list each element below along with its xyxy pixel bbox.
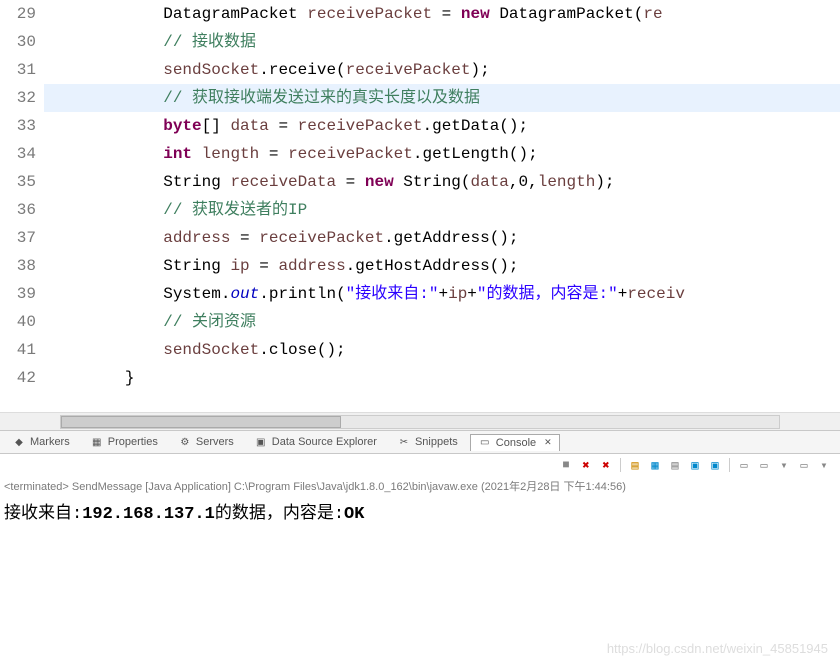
tab-label: Data Source Explorer [272,436,377,448]
line-number: 33 [0,112,36,140]
line-number: 32 [0,84,36,112]
line-number: 35 [0,168,36,196]
horizontal-scrollbar[interactable] [0,412,840,430]
line-number: 30 [0,28,36,56]
tab-label: Snippets [415,436,458,448]
toolbar-button-8[interactable]: ▣ [707,457,723,473]
code-line[interactable]: // 关闭资源 [44,308,840,336]
output-payload: OK [344,505,364,524]
code-line[interactable]: // 获取接收端发送过来的真实长度以及数据 [44,84,840,112]
line-number: 40 [0,308,36,336]
scrollbar-track[interactable] [60,415,780,429]
toolbar-button-2[interactable]: ✖ [598,457,614,473]
output-text-mid: 的数据，内容是: [215,505,344,524]
tab-servers[interactable]: ⚙ Servers [170,433,242,451]
toolbar-button-6[interactable]: ▤ [667,457,683,473]
toolbar-button-11[interactable]: ▭ [756,457,772,473]
code-line[interactable]: String ip = address.getHostAddress(); [44,252,840,280]
code-line[interactable]: } [44,364,840,392]
code-line[interactable]: sendSocket.receive(receivePacket); [44,56,840,84]
code-content[interactable]: DatagramPacket receivePacket = new Datag… [44,0,840,412]
code-line[interactable]: String receiveData = new String(data,0,l… [44,168,840,196]
code-line[interactable]: sendSocket.close(); [44,336,840,364]
code-line[interactable]: // 接收数据 [44,28,840,56]
code-line[interactable]: DatagramPacket receivePacket = new Datag… [44,0,840,28]
line-number: 31 [0,56,36,84]
properties-icon: ▦ [90,435,104,449]
console-toolbar: ■✖✖▤▦▤▣▣▭▭▾▭▾ [0,454,840,476]
output-text-prefix: 接收来自: [4,505,82,524]
toolbar-separator [620,458,621,472]
launch-config-text: SendMessage [Java Application] C:\Progra… [69,481,626,493]
tab-label: Console [496,437,536,449]
watermark-text: https://blog.csdn.net/weixin_45851945 [607,641,828,656]
line-number: 39 [0,280,36,308]
line-number: 29 [0,0,36,28]
code-line[interactable]: address = receivePacket.getAddress(); [44,224,840,252]
toolbar-button-10[interactable]: ▭ [736,457,752,473]
console-icon: ▭ [478,436,492,450]
tab-label: Properties [108,436,158,448]
toolbar-button-5[interactable]: ▦ [647,457,663,473]
toolbar-button-0[interactable]: ■ [558,457,574,473]
toolbar-button-13[interactable]: ▭ [796,457,812,473]
view-tabs-bar: ◆ Markers ▦ Properties ⚙ Servers ▣ Data Source … [0,430,840,454]
snippets-icon: ✂ [397,435,411,449]
console-status-line: <terminated> SendMessage [Java Applicati… [0,476,840,496]
tab-label: Servers [196,436,234,448]
toolbar-separator [729,458,730,472]
tab-console[interactable]: ▭ Console ✕ [470,434,560,451]
console-output[interactable]: 接收来自:192.168.137.1的数据，内容是:OK [0,496,840,526]
line-number: 38 [0,252,36,280]
markers-icon: ◆ [12,435,26,449]
line-number: 36 [0,196,36,224]
data-source-explorer-icon: ▣ [254,435,268,449]
toolbar-button-7[interactable]: ▣ [687,457,703,473]
toolbar-button-14[interactable]: ▾ [816,457,832,473]
tab-properties[interactable]: ▦ Properties [82,433,166,451]
toolbar-button-4[interactable]: ▤ [627,457,643,473]
line-number-gutter: 2930313233343536373839404142 [0,0,44,412]
tab-data-source-explorer[interactable]: ▣ Data Source Explorer [246,433,385,451]
tab-label: Markers [30,436,70,448]
code-line[interactable]: System.out.println("接收来自:"+ip+"的数据，内容是:"… [44,280,840,308]
code-editor[interactable]: 2930313233343536373839404142 DatagramPac… [0,0,840,412]
output-ip: 192.168.137.1 [82,505,215,524]
close-icon[interactable]: ✕ [544,437,552,448]
code-line[interactable]: int length = receivePacket.getLength(); [44,140,840,168]
line-number: 34 [0,140,36,168]
scrollbar-thumb[interactable] [61,416,341,428]
code-line[interactable]: byte[] data = receivePacket.getData(); [44,112,840,140]
line-number: 41 [0,336,36,364]
code-line[interactable]: // 获取发送者的IP [44,196,840,224]
line-number: 37 [0,224,36,252]
tab-snippets[interactable]: ✂ Snippets [389,433,466,451]
toolbar-button-12[interactable]: ▾ [776,457,792,473]
line-number: 42 [0,364,36,392]
toolbar-button-1[interactable]: ✖ [578,457,594,473]
servers-icon: ⚙ [178,435,192,449]
terminated-label: <terminated> [4,481,69,493]
tab-markers[interactable]: ◆ Markers [4,433,78,451]
